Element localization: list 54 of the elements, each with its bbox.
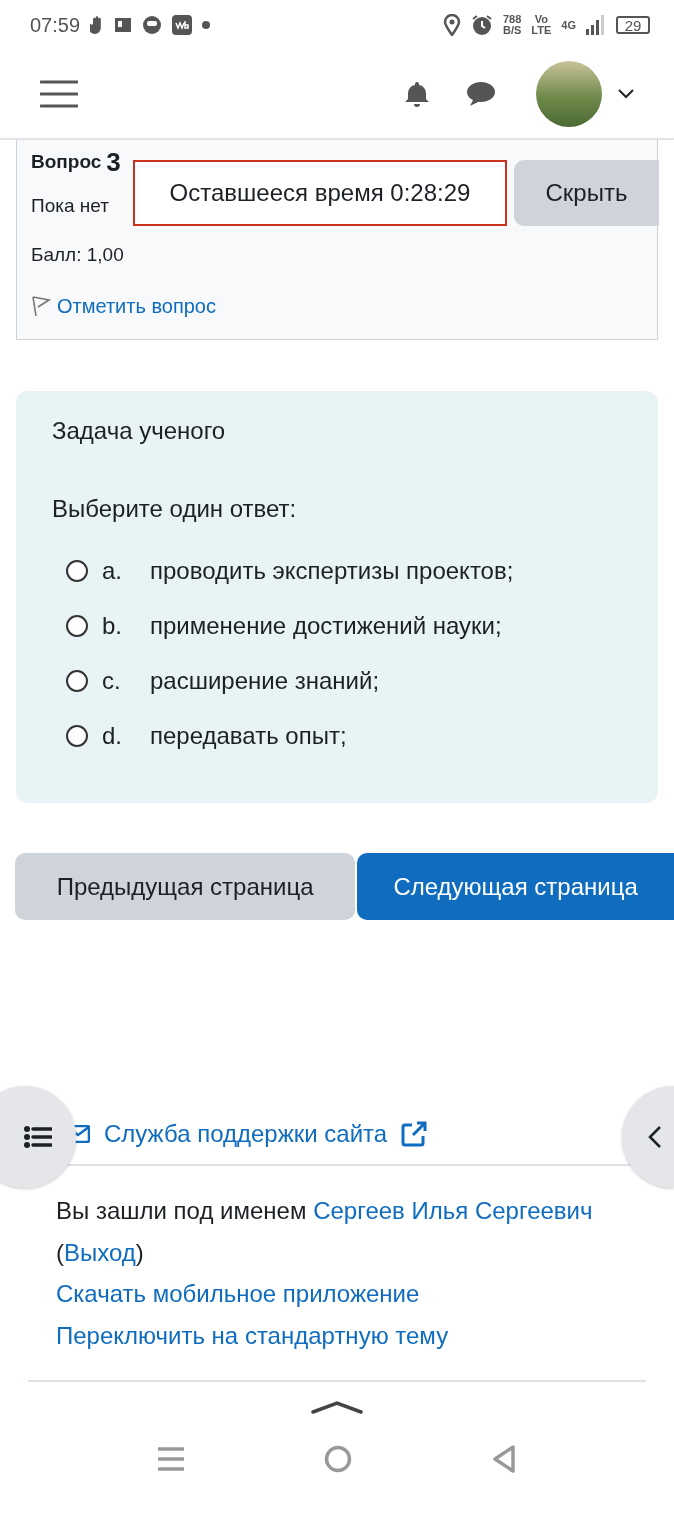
recent-apps-icon[interactable] bbox=[158, 1446, 184, 1472]
radio-button[interactable] bbox=[66, 559, 88, 582]
footer-link[interactable]: Скачать мобильное приложение bbox=[56, 1280, 420, 1307]
home-icon[interactable] bbox=[324, 1445, 352, 1473]
list-icon bbox=[24, 1126, 52, 1148]
option-letter: b. bbox=[102, 611, 123, 640]
support-link[interactable]: Служба поддержки сайта bbox=[104, 1120, 388, 1148]
caret-icon[interactable] bbox=[618, 89, 634, 99]
option-text: передавать опыт; bbox=[150, 721, 347, 750]
option-letter: a. bbox=[102, 556, 123, 585]
battery-level: 29 bbox=[616, 16, 650, 34]
location-icon bbox=[443, 14, 461, 36]
radio-button[interactable] bbox=[66, 724, 88, 747]
messages-button[interactable] bbox=[466, 81, 496, 107]
time-remaining: Оставшееся время 0:28:29 bbox=[133, 160, 507, 226]
option-letter: d. bbox=[102, 721, 123, 750]
answer-status: Пока нет bbox=[31, 195, 109, 217]
score-text: Балл: 1,00 bbox=[31, 244, 124, 266]
course-index-button[interactable] bbox=[0, 1086, 76, 1188]
chat-bubble-icon bbox=[142, 15, 163, 35]
flag-icon bbox=[31, 295, 51, 317]
menu-button[interactable] bbox=[40, 80, 78, 108]
radio-button[interactable] bbox=[66, 669, 88, 692]
option-text: применение достижений науки; bbox=[150, 611, 502, 640]
app-icon bbox=[172, 15, 193, 35]
chevron-left-icon bbox=[648, 1125, 662, 1149]
signal-icon bbox=[586, 15, 606, 35]
flag-question-link[interactable]: Отметить вопрос bbox=[57, 294, 216, 318]
answer-prompt: Выберите один ответ: bbox=[52, 495, 298, 523]
question-number: 3 bbox=[106, 146, 121, 178]
footer-link[interactable]: Переключить на стандартную тему bbox=[56, 1321, 449, 1349]
login-info: Вы зашли под именем Сергеев Илья Сергеевич (Выход) bbox=[56, 1196, 594, 1268]
option-text: проводить экспертизы проектов; bbox=[150, 556, 514, 585]
notification-button[interactable] bbox=[404, 80, 430, 108]
volte-label: Vo bbox=[534, 14, 548, 25]
logout-link[interactable]: Выход bbox=[64, 1238, 136, 1266]
network-speed: 788 bbox=[503, 14, 522, 25]
clock: 07:59 bbox=[30, 13, 81, 37]
external-link-icon bbox=[401, 1121, 428, 1147]
back-icon[interactable] bbox=[492, 1444, 516, 1474]
question-text: Задача ученого bbox=[52, 417, 227, 445]
alarm-clock-icon bbox=[471, 14, 493, 36]
volte-label: LTE bbox=[531, 25, 552, 36]
option-text: расширение знаний; bbox=[150, 666, 380, 695]
network-type: 4G bbox=[561, 19, 576, 31]
network-speed-unit: B/S bbox=[503, 25, 522, 36]
user-name-link[interactable]: Сергеев Илья Сергеевич bbox=[313, 1197, 593, 1224]
chevron-up-icon[interactable] bbox=[311, 1400, 363, 1414]
question-label: Вопрос bbox=[31, 151, 102, 173]
radio-button[interactable] bbox=[66, 614, 88, 637]
option-letter: c. bbox=[102, 666, 122, 695]
dot-icon bbox=[202, 21, 211, 29]
document-icon bbox=[114, 16, 133, 34]
hide-timer-button[interactable]: Скрыть bbox=[514, 160, 659, 226]
